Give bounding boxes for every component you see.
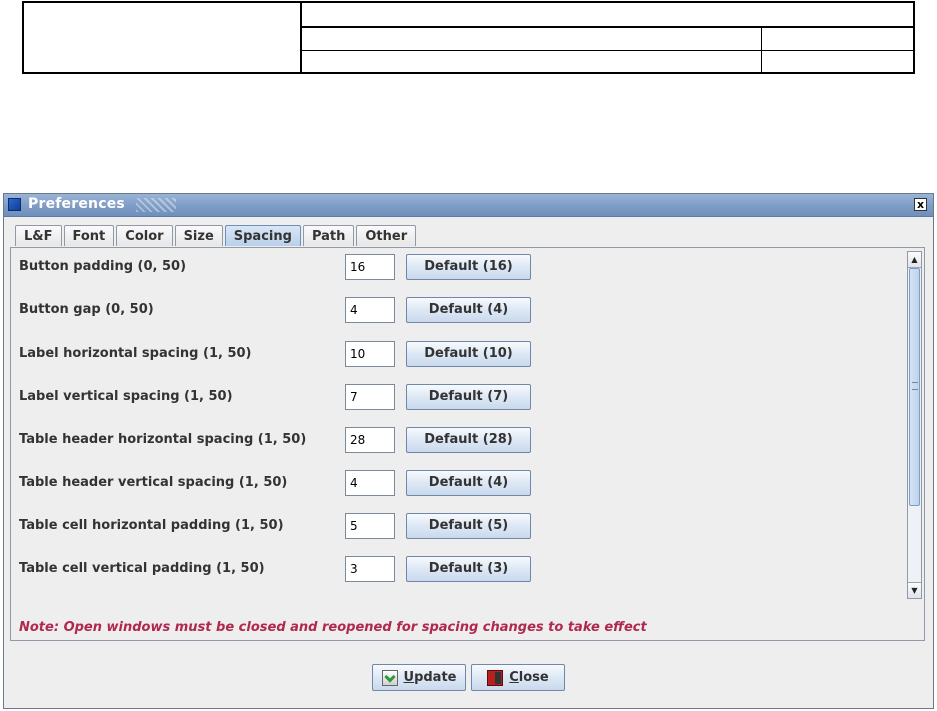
setting-row-table-header-vertical-spacing: Table header vertical spacing (1, 50) De… xyxy=(11,470,891,498)
window-icon xyxy=(8,198,21,211)
setting-label: Label vertical spacing (1, 50) xyxy=(19,389,233,404)
update-button-label: Update xyxy=(403,670,457,685)
table-cell-horizontal-padding-input[interactable] xyxy=(345,513,395,539)
setting-row-table-header-horizontal-spacing: Table header horizontal spacing (1, 50) … xyxy=(11,427,891,455)
default-table-header-horizontal-spacing-button[interactable]: Default (28) xyxy=(406,427,531,453)
default-table-header-vertical-spacing-button[interactable]: Default (4) xyxy=(406,470,531,496)
setting-label: Table header vertical spacing (1, 50) xyxy=(19,475,288,490)
default-label-horizontal-spacing-button[interactable]: Default (10) xyxy=(406,341,531,367)
exit-door-icon xyxy=(487,669,504,686)
close-button[interactable]: Close xyxy=(471,664,565,691)
default-table-cell-horizontal-padding-button[interactable]: Default (5) xyxy=(406,513,531,539)
title-decoration xyxy=(136,198,176,212)
button-gap-input[interactable] xyxy=(345,297,395,323)
default-button-gap-button[interactable]: Default (4) xyxy=(406,297,531,323)
setting-row-table-cell-vertical-padding: Table cell vertical padding (1, 50) Defa… xyxy=(11,556,891,584)
tab-font[interactable]: Font xyxy=(63,225,115,246)
setting-label: Label horizontal spacing (1, 50) xyxy=(19,346,252,361)
tab-look-and-feel[interactable]: L&F xyxy=(15,225,62,246)
grip-icon xyxy=(912,382,918,390)
empty-table xyxy=(22,1,915,74)
setting-row-button-gap: Button gap (0, 50) Default (4) xyxy=(11,297,891,325)
title-bar[interactable]: Preferences x xyxy=(4,194,933,217)
tab-other[interactable]: Other xyxy=(356,225,417,246)
default-table-cell-vertical-padding-button[interactable]: Default (3) xyxy=(406,556,531,582)
setting-label: Button gap (0, 50) xyxy=(19,302,154,317)
setting-label: Table header horizontal spacing (1, 50) xyxy=(19,432,307,447)
tab-spacing[interactable]: Spacing xyxy=(224,225,301,246)
table-divider xyxy=(300,3,302,72)
window-title: Preferences xyxy=(28,196,125,212)
scrollbar-thumb[interactable] xyxy=(909,268,920,506)
setting-label: Button padding (0, 50) xyxy=(19,259,187,274)
update-icon xyxy=(381,669,398,686)
close-button-label: Close xyxy=(509,670,549,685)
button-padding-input[interactable] xyxy=(345,254,395,280)
table-divider xyxy=(302,26,913,28)
table-cell-vertical-padding-input[interactable] xyxy=(345,556,395,582)
scroll-up-arrow-icon[interactable]: ▲ xyxy=(908,252,921,268)
table-divider xyxy=(761,28,762,72)
setting-label: Table cell vertical padding (1, 50) xyxy=(19,561,265,576)
setting-row-button-padding: Button padding (0, 50) Default (16) xyxy=(11,254,891,282)
setting-label: Table cell horizontal padding (1, 50) xyxy=(19,518,284,533)
close-window-button[interactable]: x xyxy=(914,198,927,211)
table-divider xyxy=(302,50,913,51)
tab-size[interactable]: Size xyxy=(174,225,223,246)
preferences-dialog: Preferences x L&F Font Color Size Spacin… xyxy=(3,193,934,709)
table-header-horizontal-spacing-input[interactable] xyxy=(345,427,395,453)
setting-row-table-cell-horizontal-padding: Table cell horizontal padding (1, 50) De… xyxy=(11,513,891,541)
tab-color[interactable]: Color xyxy=(116,225,173,246)
spacing-note: Note: Open windows must be closed and re… xyxy=(19,620,647,635)
setting-row-label-vertical-spacing: Label vertical spacing (1, 50) Default (… xyxy=(11,384,891,412)
spacing-panel: Button padding (0, 50) Default (16) Butt… xyxy=(10,247,925,641)
table-header-vertical-spacing-input[interactable] xyxy=(345,470,395,496)
tab-path[interactable]: Path xyxy=(302,225,355,246)
default-label-vertical-spacing-button[interactable]: Default (7) xyxy=(406,384,531,410)
label-vertical-spacing-input[interactable] xyxy=(345,384,395,410)
label-horizontal-spacing-input[interactable] xyxy=(345,341,395,367)
default-button-padding-button[interactable]: Default (16) xyxy=(406,254,531,280)
vertical-scrollbar[interactable]: ▲ ▼ xyxy=(907,251,922,599)
update-button[interactable]: Update xyxy=(372,664,466,691)
setting-row-label-horizontal-spacing: Label horizontal spacing (1, 50) Default… xyxy=(11,341,891,369)
scroll-down-arrow-icon[interactable]: ▼ xyxy=(908,582,921,598)
tab-bar: L&F Font Color Size Spacing Path Other xyxy=(15,225,418,247)
